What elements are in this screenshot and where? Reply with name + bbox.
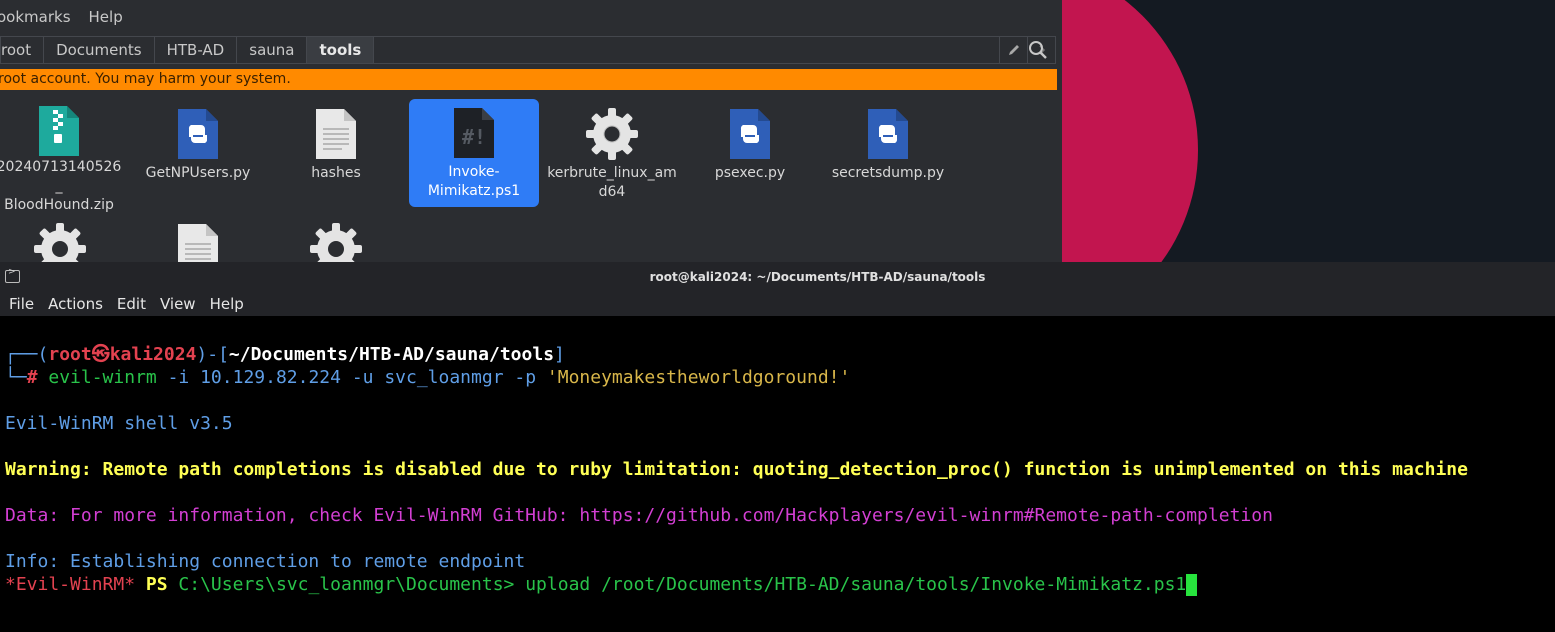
file-manager-window: ookmarks Help root Documents HTB-AD saun… xyxy=(0,0,1062,275)
prompt-path: ~/Documents/HTB-AD/sauna/tools xyxy=(228,344,555,365)
root-warning-text: root account. You may harm your system. xyxy=(0,71,291,87)
prompt-user: root㉿kali2024 xyxy=(48,344,197,365)
menu-help[interactable]: Help xyxy=(210,295,244,313)
python-file-icon xyxy=(860,104,916,164)
crumb-htb-ad[interactable]: HTB-AD xyxy=(155,37,238,63)
terminal-output[interactable]: ┌──(root㉿kali2024)-[~/Documents/HTB-AD/s… xyxy=(0,316,1555,632)
prompt-line-1: ┌──(root㉿kali2024)-[~/Documents/HTB-AD/s… xyxy=(5,344,565,365)
data-line: Data: For more information, check Evil-W… xyxy=(5,505,1273,526)
shell-version-line: Evil-WinRM shell v3.5 xyxy=(5,413,233,434)
python-file-icon xyxy=(170,104,226,164)
menu-bookmarks[interactable]: ookmarks xyxy=(0,8,71,26)
fm-menubar: ookmarks Help xyxy=(0,0,1062,34)
menu-view[interactable]: View xyxy=(160,295,196,313)
terminal-titlebar: root@kali2024: ~/Documents/HTB-AD/sauna/… xyxy=(0,262,1555,292)
warning-line: Warning: Remote path completions is disa… xyxy=(5,459,1468,480)
script-file-icon: #! xyxy=(446,103,502,163)
file-item-bloodhound-zip[interactable]: 20240713140526_ BloodHound.zip xyxy=(0,100,124,213)
terminal-title: root@kali2024: ~/Documents/HTB-AD/sauna/… xyxy=(649,270,986,284)
terminal-menubar: File Actions Edit View Help xyxy=(0,292,1555,316)
file-item-psexec-py[interactable]: psexec.py xyxy=(685,100,815,208)
file-label: hashes xyxy=(311,165,361,181)
crumb-root[interactable]: root xyxy=(1,37,45,63)
file-label: psexec.py xyxy=(714,165,786,181)
prompt-line-2: └─# evil-winrm -i 10.129.82.224 -u svc_l… xyxy=(5,367,851,388)
python-file-icon xyxy=(722,104,778,164)
edit-path-button[interactable] xyxy=(999,37,1027,63)
terminal-window: root@kali2024: ~/Documents/HTB-AD/sauna/… xyxy=(0,262,1555,632)
file-label: secretsdump.py xyxy=(831,165,945,181)
executable-gear-icon xyxy=(584,104,640,164)
zip-archive-icon xyxy=(31,104,87,158)
search-icon xyxy=(1029,41,1047,59)
ps-command: upload /root/Documents/HTB-AD/sauna/tool… xyxy=(525,574,1187,595)
crumb-sauna[interactable]: sauna xyxy=(237,37,308,63)
file-label: Invoke- Mimikatz.ps1 xyxy=(427,164,521,199)
text-cursor xyxy=(1186,574,1198,596)
root-warning-banner: root account. You may harm your system. xyxy=(0,69,1057,90)
info-line: Info: Establishing connection to remote … xyxy=(5,551,526,572)
search-button[interactable] xyxy=(1024,36,1052,64)
breadcrumb: root Documents HTB-AD sauna tools xyxy=(0,36,1056,64)
file-label: kerbrute_linux_am d64 xyxy=(547,165,677,200)
file-item-invoke-mimikatz-ps1[interactable]: #! Invoke- Mimikatz.ps1 xyxy=(409,99,539,207)
svg-text:#!: #! xyxy=(462,125,486,149)
text-file-icon xyxy=(308,104,364,164)
crumb-tools[interactable]: tools xyxy=(307,37,375,63)
crumb-documents[interactable]: Documents xyxy=(44,37,155,63)
menu-actions[interactable]: Actions xyxy=(48,295,103,313)
menu-file[interactable]: File xyxy=(9,295,34,313)
file-label: GetNPUsers.py xyxy=(145,165,251,181)
menu-help[interactable]: Help xyxy=(89,8,123,26)
file-item-kerbrute[interactable]: kerbrute_linux_am d64 xyxy=(547,100,677,208)
command-password: 'Moneymakestheworldgoround!' xyxy=(546,367,851,388)
menu-edit[interactable]: Edit xyxy=(117,295,146,313)
pencil-icon xyxy=(1008,45,1019,55)
file-label: 20240713140526_ BloodHound.zip xyxy=(0,159,122,213)
file-item-getnpusers-py[interactable]: GetNPUsers.py xyxy=(133,100,263,208)
ps-prompt-tag: *Evil-WinRM* xyxy=(5,574,136,595)
ps-path: C:\Users\svc_loanmgr\Documents> xyxy=(178,574,515,595)
file-item-secretsdump-py[interactable]: secretsdump.py xyxy=(823,100,953,208)
command-args: -i 10.129.82.224 -u svc_loanmgr -p xyxy=(156,367,547,388)
file-item-hashes[interactable]: hashes xyxy=(271,100,401,208)
ps-prompt-line: *Evil-WinRM* PS C:\Users\svc_loanmgr\Doc… xyxy=(5,574,1198,596)
command-name: evil-winrm xyxy=(48,367,157,388)
ps-label: PS xyxy=(145,574,168,595)
